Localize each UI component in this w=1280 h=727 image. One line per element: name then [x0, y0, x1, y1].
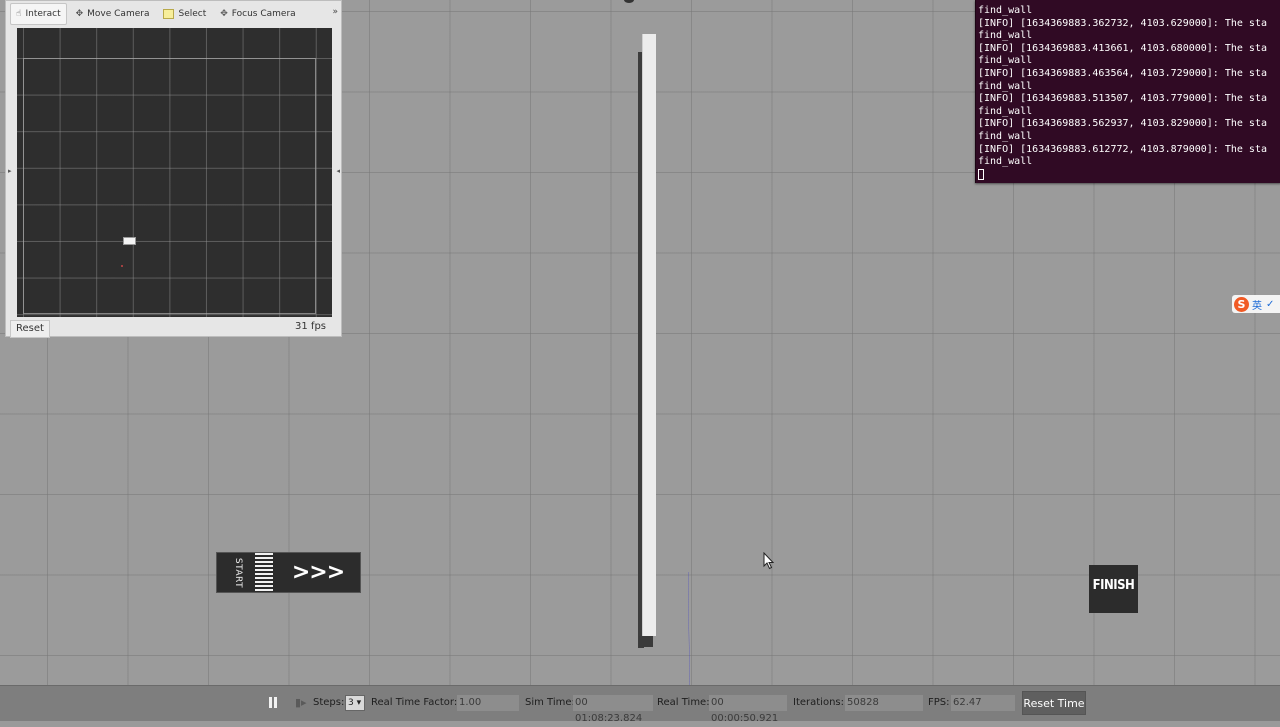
start-sign: START >>>	[216, 552, 361, 593]
laser-ray	[688, 572, 690, 685]
focus-icon: ✥	[220, 9, 228, 19]
select-icon	[163, 9, 175, 19]
hand-icon: ☝	[16, 9, 22, 19]
real-time-label: Real Time:	[657, 697, 710, 708]
reset-view-button[interactable]: Reset	[10, 320, 50, 338]
focus-camera-tool-button[interactable]: ✥ Focus Camera	[215, 3, 300, 25]
terminal-line: [INFO] [1634369883.413661, 4103.680000]:…	[978, 42, 1267, 54]
terminal-line: find_wall	[978, 130, 1033, 142]
iterations-value: 50828	[845, 695, 923, 711]
ime-check-icon: ✓	[1266, 298, 1275, 310]
move-camera-label: Move Camera	[87, 9, 150, 19]
scene-object-top	[624, 0, 634, 3]
top-view-panel: ☝ Interact ✥ Move Camera Select ✥ Focus …	[5, 0, 342, 338]
finish-sign: FINISH	[1089, 565, 1138, 613]
fps-value: 62.47	[951, 695, 1015, 711]
input-method-indicator[interactable]: S 英 ✓	[1232, 295, 1280, 313]
viewer-fps: 31 fps	[295, 321, 326, 332]
terminal-line: find_wall	[978, 105, 1033, 117]
finish-sign-text: FINISH	[1092, 578, 1135, 593]
terminal-line: [INFO] [1634369883.612772, 4103.879000]:…	[978, 143, 1267, 155]
terminal-line: [INFO] [1634369883.513507, 4103.779000]:…	[978, 93, 1267, 105]
move-camera-tool-button[interactable]: ✥ Move Camera	[71, 3, 155, 25]
wall[interactable]	[642, 34, 656, 636]
terminal-cursor	[978, 168, 984, 180]
interact-label: Interact	[25, 9, 61, 19]
select-tool-button[interactable]: Select	[158, 3, 211, 25]
real-time-factor-value: 1.00	[457, 695, 519, 711]
step-forward-icon[interactable]: ▮▸	[295, 696, 307, 710]
start-sign-text: START	[233, 557, 244, 589]
move-icon: ✥	[75, 9, 84, 19]
terminal-window[interactable]: find_wall [INFO] [1634369883.362732, 410…	[975, 0, 1280, 183]
interact-tool-button[interactable]: ☝ Interact	[10, 3, 67, 25]
toolbar-overflow-button[interactable]: »	[332, 7, 338, 17]
terminal-line: find_wall	[978, 30, 1033, 42]
start-sign-arrows: >>>	[291, 560, 345, 585]
terminal-prompt-line[interactable]	[976, 168, 1267, 182]
ime-language: 英	[1252, 300, 1262, 312]
terminal-output: find_wall [INFO] [1634369883.362732, 410…	[976, 5, 1267, 182]
real-time-factor-label: Real Time Factor:	[371, 697, 458, 708]
simulation-status-bar: ▮▸ Steps: 3 ▾ Real Time Factor: 1.00 Sim…	[0, 685, 1280, 724]
focus-camera-label: Focus Camera	[231, 9, 296, 19]
terminal-line: find_wall	[978, 156, 1033, 168]
grid-border	[23, 58, 316, 314]
reset-time-button[interactable]: Reset Time	[1022, 691, 1086, 715]
robot-dot	[121, 265, 123, 267]
viewer-footer: Reset 31 fps	[6, 319, 341, 338]
sim-time-label: Sim Time:	[525, 697, 575, 708]
fps-label: FPS:	[928, 697, 950, 708]
iterations-label: Iterations:	[793, 697, 844, 708]
sim-time-value: 00 01:08:23.824	[573, 695, 653, 724]
terminal-line: find_wall	[978, 80, 1033, 92]
viewer-toolbar: ☝ Interact ✥ Move Camera Select ✥ Focus …	[6, 1, 341, 27]
collapse-left-arrow-icon[interactable]: ▸	[8, 167, 12, 175]
terminal-line: find_wall	[978, 5, 1033, 16]
terminal-line: [INFO] [1634369883.562937, 4103.829000]:…	[978, 118, 1267, 130]
collapse-right-arrow-icon[interactable]: ◂	[336, 167, 340, 175]
select-label: Select	[178, 9, 207, 19]
terminal-line: [INFO] [1634369883.463564, 4103.729000]:…	[978, 67, 1267, 79]
terminal-line: find_wall	[978, 55, 1033, 67]
real-time-value: 00 00:00:50.921	[709, 695, 787, 724]
steps-label: Steps:	[313, 697, 345, 708]
top-view-canvas[interactable]	[17, 28, 332, 317]
steps-dropdown[interactable]: 3 ▾	[345, 695, 365, 711]
mouse-cursor-icon	[763, 552, 775, 570]
start-line-stripes	[255, 553, 273, 592]
terminal-line: [INFO] [1634369883.362732, 4103.629000]:…	[978, 17, 1267, 29]
wall-base	[639, 636, 653, 647]
sogou-logo-icon: S	[1234, 296, 1249, 312]
robot-marker	[123, 237, 136, 245]
pause-icon[interactable]	[266, 696, 280, 710]
